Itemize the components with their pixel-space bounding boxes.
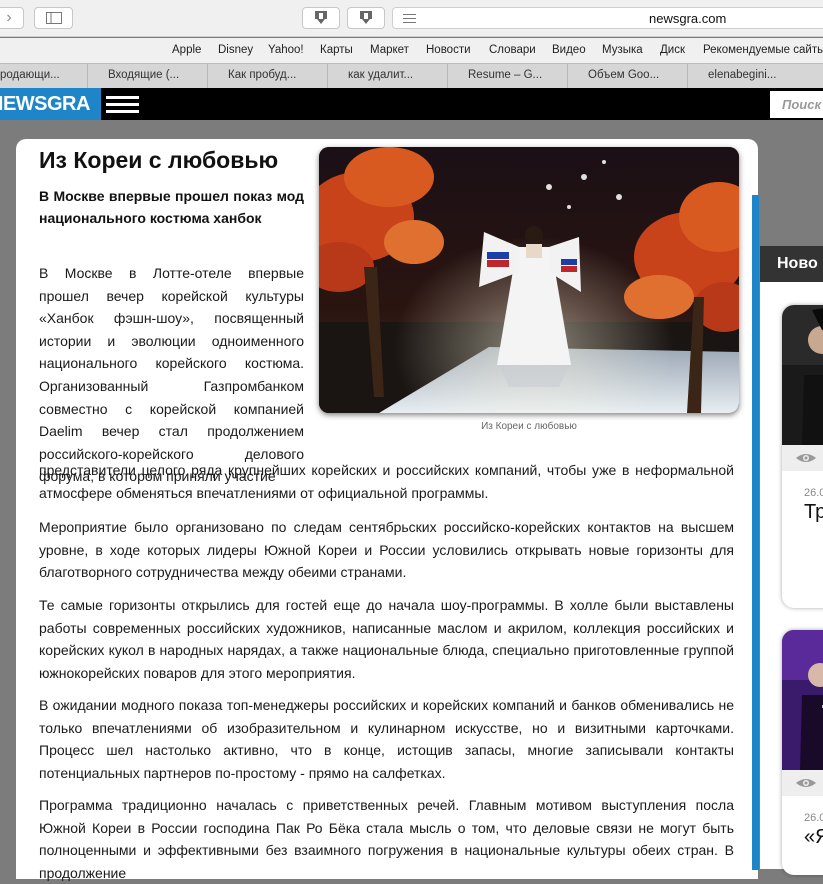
- article-paragraph: В ожидании модного показа топ-менеджеры …: [39, 697, 734, 781]
- news-thumbnail: [782, 305, 823, 445]
- news-title[interactable]: Тр: [804, 501, 823, 524]
- chevron-right-icon: ›: [6, 9, 12, 26]
- bookmark-item[interactable]: Рекомендуемые сайты: [703, 44, 823, 56]
- browser-tab[interactable]: Объем Goo...: [568, 64, 688, 88]
- article-paragraph: Мероприятие было организовано по следам …: [39, 519, 734, 581]
- pocket-button[interactable]: [302, 7, 340, 29]
- sidebar-icon: [45, 12, 62, 24]
- article-paragraph: Те самые горизонты открылись для гостей …: [39, 597, 734, 681]
- bookmark-item[interactable]: Apple: [172, 44, 201, 56]
- download-icon: [360, 11, 372, 24]
- bookmark-item[interactable]: Карты: [320, 44, 353, 56]
- reader-icon[interactable]: [403, 14, 416, 23]
- download-icon: [315, 11, 327, 24]
- url-text: newsgra.com: [649, 11, 727, 26]
- article-photo: [319, 147, 739, 413]
- eye-icon: [796, 454, 816, 462]
- forward-button[interactable]: ›: [0, 7, 24, 29]
- browser-tab[interactable]: как удалит...: [328, 64, 448, 88]
- browser-tab[interactable]: elenabegini...: [688, 64, 823, 88]
- news-date: 26.0: [804, 487, 823, 499]
- news-thumbnail: [782, 630, 823, 770]
- address-bar[interactable]: newsgra.com: [392, 7, 823, 29]
- bookmark-item[interactable]: Музыка: [602, 44, 643, 56]
- browser-tab[interactable]: Resume – G...: [448, 64, 568, 88]
- news-sidebar: Ново 26.0 Тр 26.0 «Я: [760, 246, 823, 875]
- news-title[interactable]: «Я: [804, 826, 823, 849]
- article-lead: В Москве впервые прошел показ мод национ…: [39, 188, 304, 226]
- bookmark-item[interactable]: Словари: [489, 44, 536, 56]
- menu-icon[interactable]: [106, 96, 139, 113]
- bookmark-item[interactable]: Видео: [552, 44, 586, 56]
- site-header: NEWSGRA Поиск: [0, 88, 823, 120]
- browser-tab[interactable]: Входящие (...: [88, 64, 208, 88]
- tab-strip: родающи... Входящие (... Как пробуд... к…: [0, 63, 823, 88]
- search-input[interactable]: Поиск: [770, 91, 823, 118]
- views-bar: [782, 770, 823, 796]
- article-paragraph: Программа традиционно началась с приветс…: [39, 797, 734, 881]
- fashion-show-photo: [319, 147, 739, 413]
- article-paragraph: В Москве в Лотте-отеле впервые прошел ве…: [39, 265, 304, 485]
- bookmark-item[interactable]: Диск: [660, 44, 685, 56]
- eye-icon: [796, 779, 816, 787]
- news-date: 26.0: [804, 812, 823, 824]
- sidebar-toggle-button[interactable]: [34, 7, 73, 29]
- news-card[interactable]: 26.0 Тр: [782, 305, 823, 608]
- article-card: Из Кореи с любовью В Москве впервые прош…: [16, 139, 758, 881]
- article-title: Из Кореи с любовью: [39, 147, 279, 173]
- photo-caption: Из Кореи с любовью: [481, 421, 577, 432]
- bookmarks-bar: Apple Disney Yahoo! Карты Маркет Новости…: [0, 38, 823, 63]
- bookmark-item[interactable]: Yahoo!: [268, 44, 304, 56]
- bookmark-item[interactable]: Disney: [218, 44, 253, 56]
- sidebar-header: Ново: [760, 246, 823, 282]
- bookmark-item[interactable]: Новости: [426, 44, 471, 56]
- browser-tab[interactable]: родающи...: [0, 64, 88, 88]
- browser-tab[interactable]: Как пробуд...: [208, 64, 328, 88]
- bookmark-item[interactable]: Маркет: [370, 44, 409, 56]
- site-logo[interactable]: NEWSGRA: [0, 88, 101, 120]
- browser-toolbar: › newsgra.com: [0, 0, 823, 37]
- views-bar: [782, 445, 823, 471]
- news-card[interactable]: 26.0 «Я: [782, 630, 823, 875]
- downloads-button[interactable]: [347, 7, 385, 29]
- scrollbar[interactable]: [752, 195, 759, 870]
- article-paragraph: представители целого ряда крупнейших кор…: [39, 462, 734, 501]
